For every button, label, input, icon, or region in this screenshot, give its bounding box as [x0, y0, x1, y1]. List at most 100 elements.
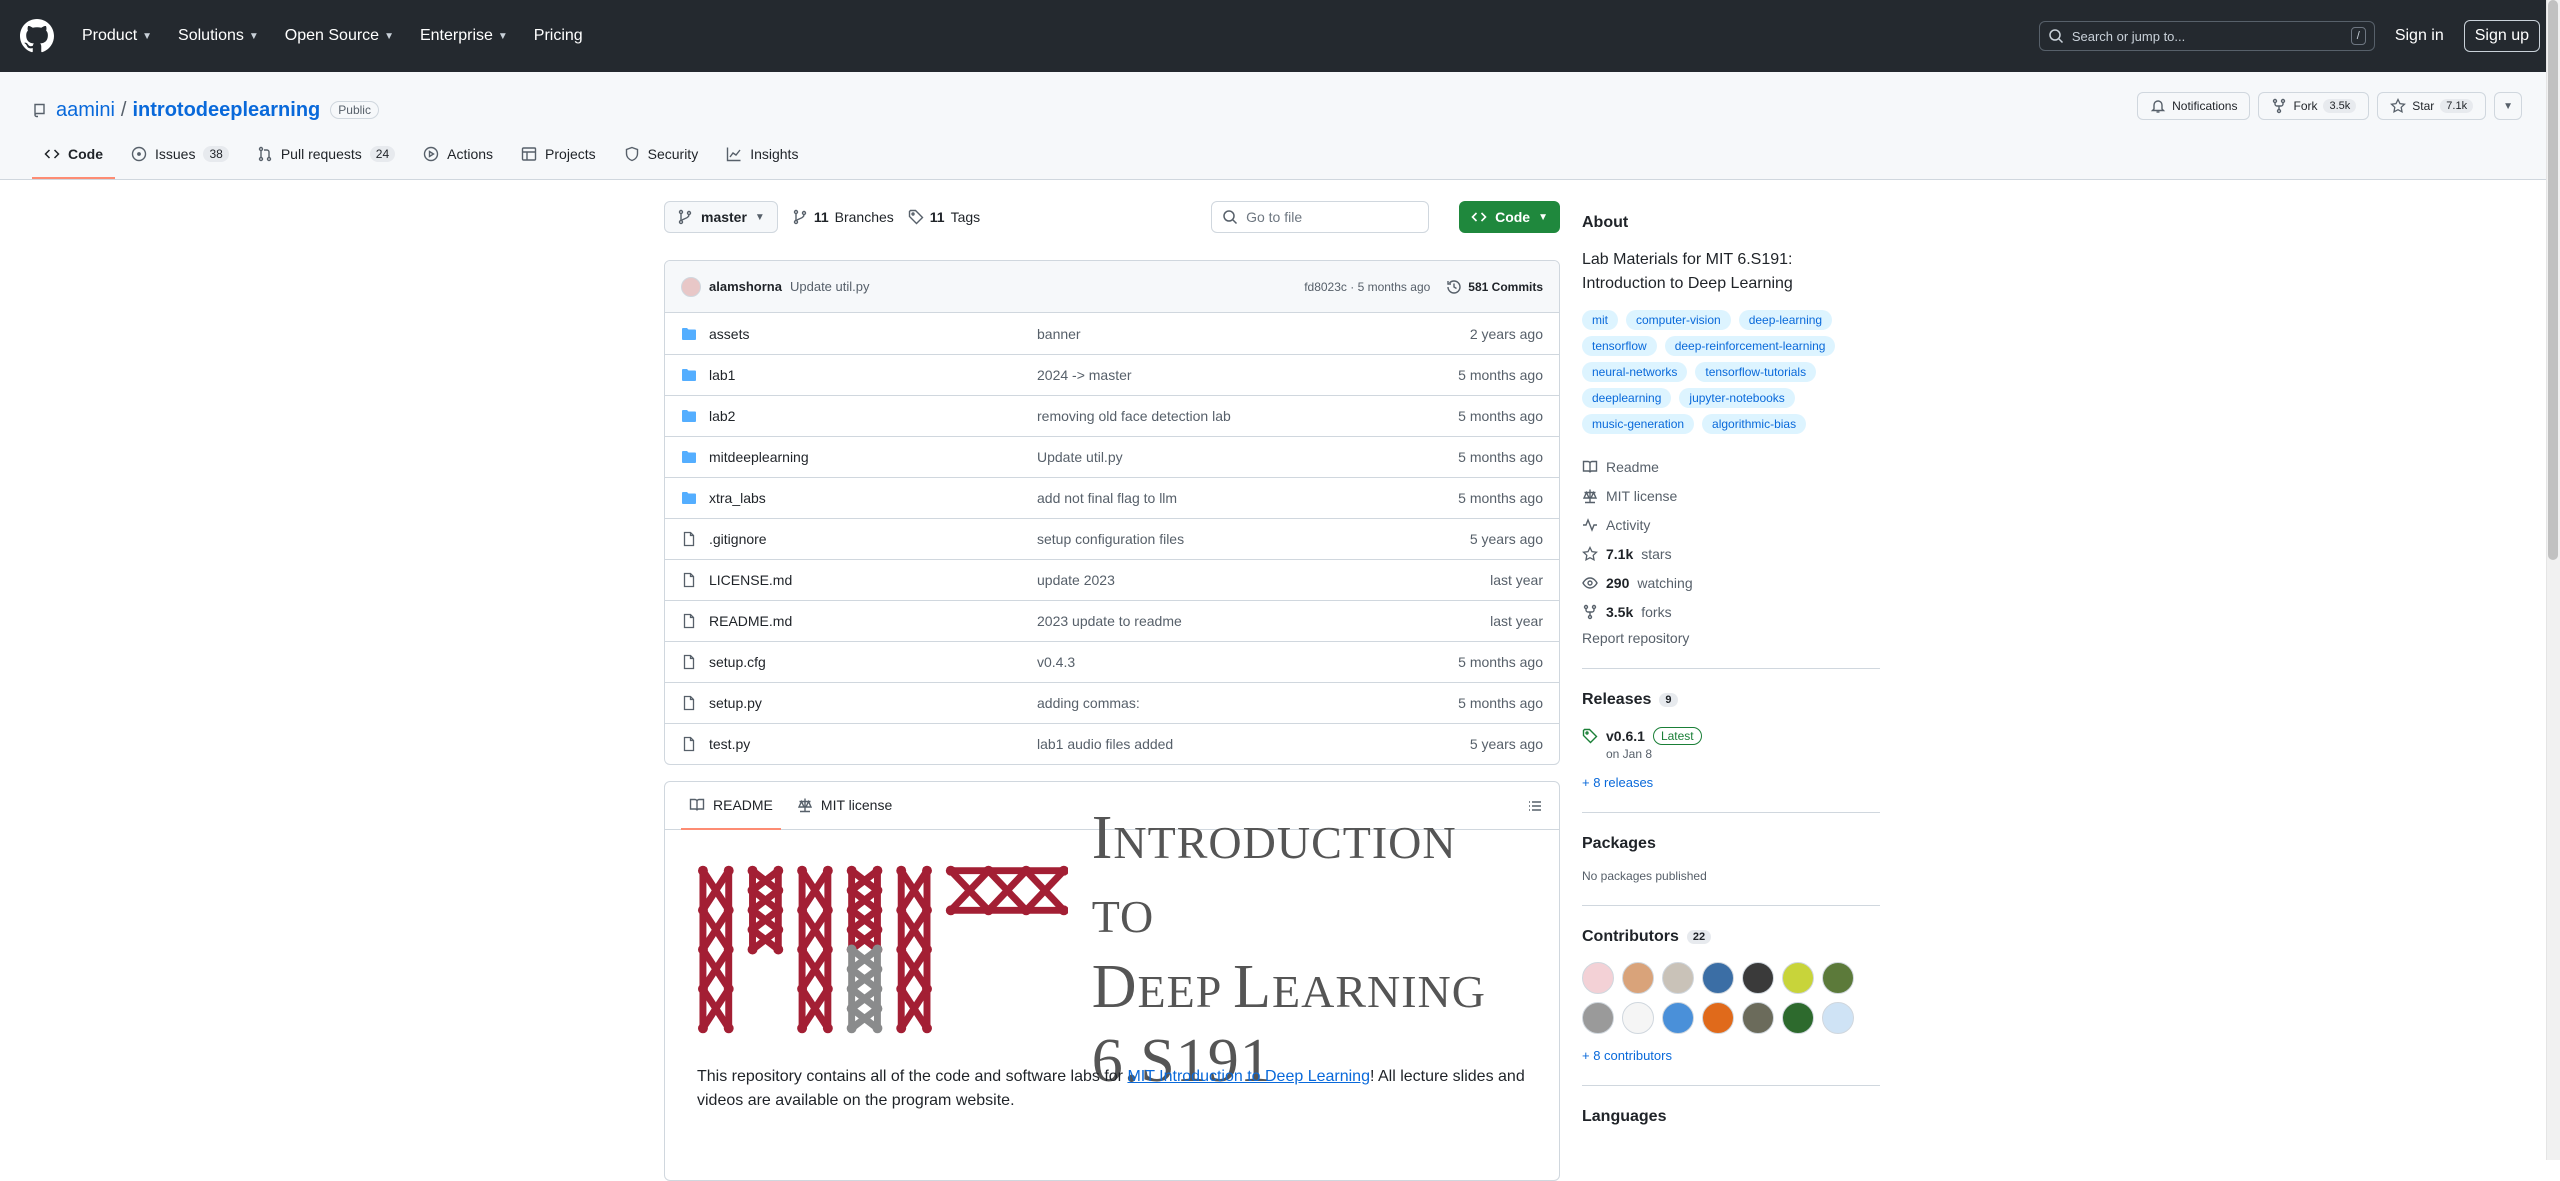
page-scrollbar[interactable] [2546, 0, 2560, 1160]
file-commit-message[interactable]: add not final flag to llm [1037, 490, 1343, 506]
file-commit-message[interactable]: Update util.py [1037, 449, 1343, 465]
tab-readme[interactable]: README [681, 782, 781, 830]
topic-tag[interactable]: jupyter-notebooks [1679, 388, 1795, 408]
avatar[interactable] [1822, 962, 1854, 994]
github-logo-icon[interactable] [20, 19, 54, 53]
file-commit-message[interactable]: lab1 audio files added [1037, 736, 1343, 752]
license-link[interactable]: MIT license [1582, 481, 1880, 510]
file-name-link[interactable]: lab1 [709, 367, 735, 383]
tab-actions[interactable]: Actions [411, 131, 505, 179]
file-name-link[interactable]: assets [709, 326, 749, 342]
file-commit-message[interactable]: update 2023 [1037, 572, 1343, 588]
branch-selector[interactable]: master ▼ [664, 201, 778, 233]
file-row[interactable]: LICENSE.md update 2023 last year [665, 559, 1559, 600]
tab-projects[interactable]: Projects [509, 131, 608, 179]
file-row[interactable]: xtra_labs add not final flag to llm 5 mont… [665, 477, 1559, 518]
contributors-title[interactable]: Contributors [1582, 928, 1679, 946]
avatar[interactable] [1582, 962, 1614, 994]
topic-tag[interactable]: neural-networks [1582, 362, 1688, 382]
avatar[interactable] [1622, 1002, 1654, 1034]
avatar[interactable] [1782, 962, 1814, 994]
releases-title[interactable]: Releases [1582, 691, 1651, 709]
file-name-link[interactable]: setup.cfg [709, 654, 766, 670]
file-name-link[interactable]: README.md [709, 613, 792, 629]
file-row[interactable]: mitdeeplearning Update util.py 5 months ag… [665, 436, 1559, 477]
more-contributors-link[interactable]: + 8 contributors [1582, 1048, 1880, 1063]
file-name-link[interactable]: .gitignore [709, 531, 767, 547]
file-name-link[interactable]: mitdeeplearning [709, 449, 809, 465]
avatar[interactable] [1702, 1002, 1734, 1034]
activity-link[interactable]: Activity [1582, 510, 1880, 539]
avatar[interactable] [1742, 1002, 1774, 1034]
avatar[interactable] [1702, 962, 1734, 994]
readme-link[interactable]: Readme [1582, 452, 1880, 481]
tags-link[interactable]: 11 Tags [908, 209, 980, 225]
menu-open-source[interactable]: Open Source ▼ [275, 21, 404, 51]
report-repository-link[interactable]: Report repository [1582, 630, 1880, 646]
stars-link[interactable]: 7.1k stars [1582, 539, 1880, 568]
avatar[interactable] [1662, 962, 1694, 994]
avatar[interactable] [681, 276, 701, 297]
file-row[interactable]: assets banner 2 years ago [665, 313, 1559, 354]
file-name-link[interactable]: LICENSE.md [709, 572, 792, 588]
avatar[interactable] [1742, 962, 1774, 994]
file-row[interactable]: lab2 removing old face detection lab 5 mon… [665, 395, 1559, 436]
file-name-link[interactable]: lab2 [709, 408, 735, 424]
star-list-dropdown[interactable]: ▼ [2494, 92, 2522, 120]
topic-tag[interactable]: mit [1582, 310, 1618, 330]
sign-up-button[interactable]: Sign up [2463, 20, 2540, 52]
commit-message[interactable]: Update util.py [790, 279, 870, 294]
notifications-button[interactable]: Notifications [2137, 92, 2251, 120]
file-row[interactable]: README.md 2023 update to readme last year [665, 600, 1559, 641]
avatar[interactable] [1582, 1002, 1614, 1034]
tab-code[interactable]: Code [32, 131, 115, 179]
course-link[interactable]: MIT Introduction to Deep Learning [1127, 1068, 1370, 1085]
commit-author[interactable]: alamshorna [709, 279, 782, 294]
code-dropdown-button[interactable]: Code ▼ [1459, 201, 1560, 233]
repo-name-link[interactable]: introtodeeplearning [132, 99, 320, 122]
file-commit-message[interactable]: 2023 update to readme [1037, 613, 1343, 629]
latest-release[interactable]: v0.6.1 Latest [1582, 727, 1880, 745]
file-row[interactable]: test.py lab1 audio files added 5 years ago [665, 723, 1559, 764]
file-name-link[interactable]: setup.py [709, 695, 762, 711]
topic-tag[interactable]: tensorflow [1582, 336, 1657, 356]
tab-pull-requests[interactable]: Pull requests 24 [245, 131, 407, 179]
sign-in-link[interactable]: Sign in [2387, 21, 2452, 51]
avatar[interactable] [1622, 962, 1654, 994]
avatar[interactable] [1822, 1002, 1854, 1034]
topic-tag[interactable]: deep-reinforcement-learning [1664, 336, 1836, 356]
topic-tag[interactable]: computer-vision [1626, 310, 1731, 330]
file-row[interactable]: lab1 2024 -> master 5 months ago [665, 354, 1559, 395]
topic-tag[interactable]: algorithmic-bias [1702, 414, 1807, 434]
topic-tag[interactable]: tensorflow-tutorials [1695, 362, 1817, 382]
avatar[interactable] [1662, 1002, 1694, 1034]
branches-link[interactable]: 11 Branches [792, 209, 894, 225]
avatar[interactable] [1782, 1002, 1814, 1034]
global-search[interactable]: Search or jump to... / [2038, 21, 2375, 51]
file-row[interactable]: .gitignore setup configuration files 5 yea… [665, 518, 1559, 559]
forks-link[interactable]: 3.5k forks [1582, 597, 1880, 626]
menu-solutions[interactable]: Solutions ▼ [168, 21, 269, 51]
commit-hash-age[interactable]: fd8023c · 5 months ago [1304, 280, 1430, 294]
topic-tag[interactable]: music-generation [1582, 414, 1695, 434]
fork-button[interactable]: Fork 3.5k [2258, 92, 2370, 120]
topic-tag[interactable]: deep-learning [1738, 310, 1833, 330]
file-commit-message[interactable]: adding commas: [1037, 695, 1343, 711]
file-row[interactable]: setup.py adding commas: 5 months ago [665, 682, 1559, 723]
file-row[interactable]: setup.cfg v0.4.3 5 months ago [665, 641, 1559, 682]
topic-tag[interactable]: deeplearning [1582, 388, 1672, 408]
menu-enterprise[interactable]: Enterprise ▼ [410, 21, 518, 51]
file-commit-message[interactable]: setup configuration files [1037, 531, 1343, 547]
tab-issues[interactable]: Issues 38 [119, 131, 241, 179]
star-button[interactable]: Star 7.1k [2377, 92, 2487, 120]
watching-link[interactable]: 290 watching [1582, 568, 1880, 597]
commits-link[interactable]: 581 Commits [1446, 279, 1543, 295]
file-commit-message[interactable]: v0.4.3 [1037, 654, 1343, 670]
repo-owner-link[interactable]: aamini [56, 99, 115, 122]
menu-product[interactable]: Product ▼ [72, 21, 162, 51]
file-name-link[interactable]: xtra_labs [709, 490, 766, 506]
menu-pricing[interactable]: Pricing [524, 21, 593, 51]
more-releases-link[interactable]: + 8 releases [1582, 775, 1880, 790]
file-commit-message[interactable]: removing old face detection lab [1037, 408, 1343, 424]
file-commit-message[interactable]: banner [1037, 326, 1343, 342]
